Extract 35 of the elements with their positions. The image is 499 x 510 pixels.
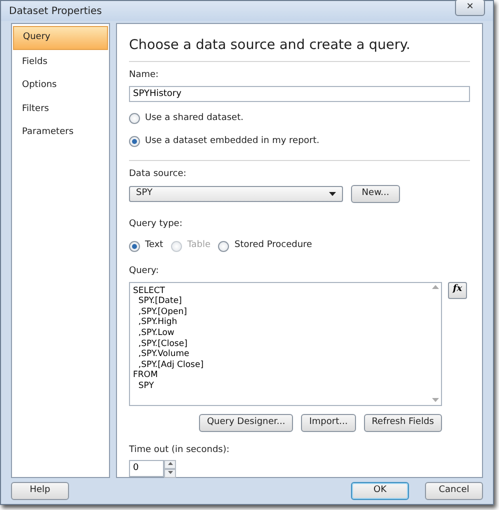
name-field[interactable]: SPYHistory [129,86,470,102]
sidebar-item[interactable]: Parameters [13,122,108,144]
name-label: Name: [129,69,160,82]
radio-label[interactable]: Stored Procedure [234,239,312,253]
spin-up-icon[interactable] [168,462,172,466]
radio-button[interactable] [218,240,230,252]
query-action-button[interactable]: Refresh Fields [364,414,442,432]
sidebar-item[interactable]: Query [13,26,108,50]
radio-button[interactable] [129,113,140,124]
query-label: Query: [129,265,160,278]
timeout-label: Time out (in seconds): [129,444,230,457]
query-action-button[interactable]: Query Designer... [198,414,294,432]
query-action-button[interactable]: Import... [301,414,356,432]
data-source-dropdown[interactable]: SPY [129,186,343,202]
dropdown-caret-icon [329,192,336,196]
panel-heading: Choose a data source and create a query. [129,37,412,54]
radio-button[interactable] [129,136,140,147]
window-title: Dataset Properties [9,4,102,19]
sidebar-item[interactable]: Options [13,75,108,97]
sidebar-item[interactable]: Filters [13,98,108,120]
help-button[interactable]: Help [11,482,69,500]
radio-label[interactable]: Text [145,239,164,253]
query-type-label: Query type: [129,218,184,231]
timeout-field[interactable]: 0 [129,460,164,478]
cancel-button[interactable]: Cancel [425,482,483,500]
sidebar-item[interactable]: Fields [13,52,108,74]
close-button[interactable]: ✕ [455,0,485,16]
ok-button[interactable]: OK [351,482,409,500]
expression-button[interactable]: fx [448,282,467,299]
radio-button[interactable] [129,240,140,252]
data-source-label: Data source: [129,168,188,182]
radio-label[interactable]: Use a shared dataset. [145,112,244,126]
new-button[interactable]: New... [351,184,400,203]
query-editor[interactable]: SELECT SPY.[Date] ,SPY.[Open] ,SPY.High ,SPY.Low ,SPY.[Close] ,SPY.Volume ,SPY.[Adj Close] FROM SPY [129,282,442,406]
radio-label[interactable]: Use a dataset embedded in my report. [145,134,320,148]
